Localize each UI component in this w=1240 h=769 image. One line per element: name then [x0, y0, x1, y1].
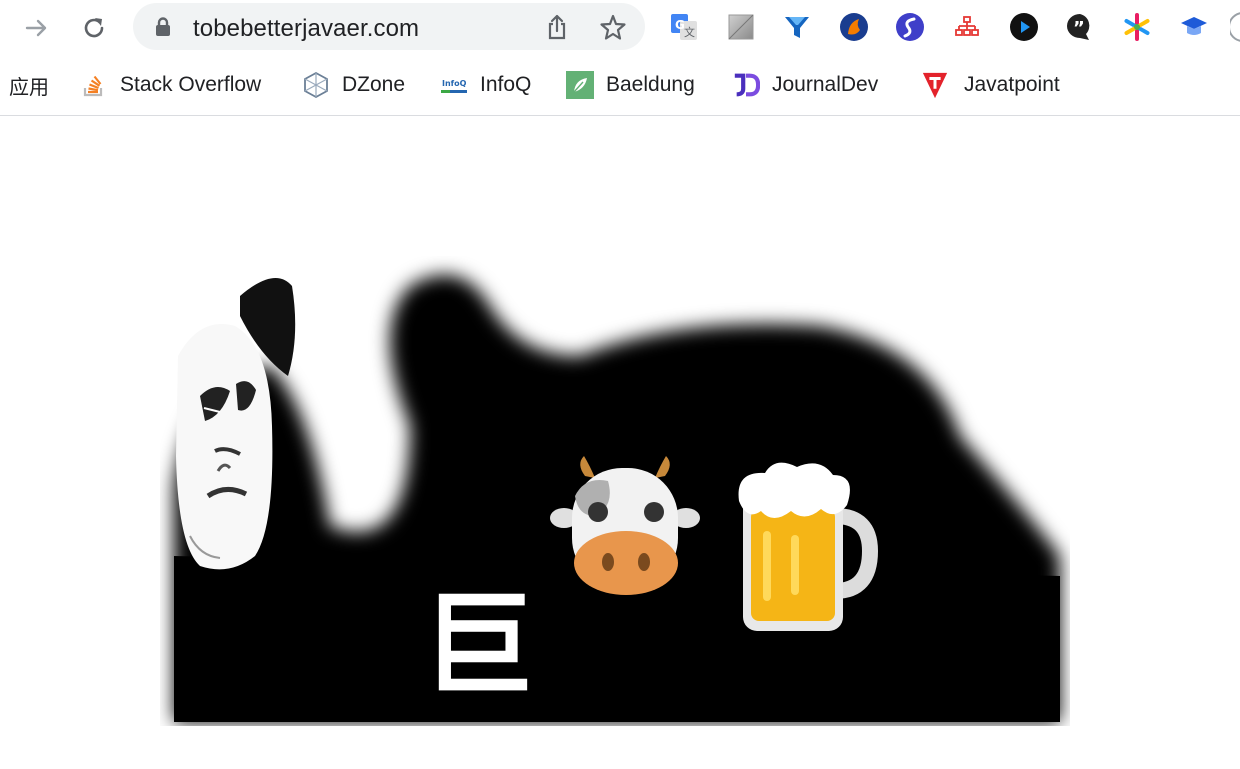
journaldev-icon	[732, 71, 760, 99]
fox-extension[interactable]	[837, 10, 871, 44]
asterisk-extension[interactable]	[1120, 10, 1154, 44]
baeldung-icon	[566, 71, 594, 99]
quote-extension[interactable]: ”	[1063, 10, 1097, 44]
forward-button[interactable]	[19, 10, 55, 46]
asterisk-icon	[1124, 13, 1150, 41]
browser-toolbar: tobebetterjavaer.com G 文 ”	[0, 0, 1240, 56]
share-icon	[548, 14, 566, 40]
bookmark-stack-overflow[interactable]: Stack Overflow	[80, 68, 261, 102]
forward-arrow-icon	[25, 19, 47, 37]
bookmark-label: JournalDev	[772, 73, 879, 96]
play-extension[interactable]	[1007, 10, 1041, 44]
bookmark-label: Baeldung	[606, 73, 695, 96]
fox-icon	[840, 13, 868, 41]
sitemap-extension[interactable]	[950, 10, 984, 44]
bookmark-journaldev[interactable]: JournalDev	[732, 68, 878, 102]
sitemap-icon	[955, 16, 979, 36]
placeholder-extension[interactable]	[724, 10, 758, 44]
page-content: 巨	[0, 116, 1240, 769]
panda-meme-image	[174, 274, 1060, 722]
bookmark-label: Javatpoint	[964, 73, 1060, 96]
bookmarks-bar: 应用 Stack Overflow DZone InfoQ InfoQ Bael…	[0, 56, 1240, 116]
bookmark-apps[interactable]: 应用	[9, 68, 49, 102]
bookmark-infoq[interactable]: InfoQ InfoQ	[440, 68, 531, 102]
play-icon	[1010, 13, 1038, 41]
javatpoint-icon	[921, 71, 949, 99]
bookmark-label: DZone	[342, 73, 406, 96]
graduation-cap-extension[interactable]	[1177, 10, 1211, 44]
funnel-extension[interactable]	[780, 10, 814, 44]
svg-text:InfoQ: InfoQ	[442, 79, 467, 88]
bookmark-label: InfoQ	[480, 73, 532, 96]
placeholder-extension-icon	[728, 14, 754, 40]
reload-button[interactable]	[76, 10, 112, 46]
share-button[interactable]	[541, 11, 573, 43]
bookmark-star-button[interactable]	[597, 11, 629, 43]
svg-text:”: ”	[1073, 18, 1085, 39]
bookmark-label: Stack Overflow	[120, 73, 262, 96]
svg-text:文: 文	[684, 25, 695, 39]
stack-overflow-icon	[80, 71, 108, 99]
translate-extension[interactable]: G 文	[667, 10, 701, 44]
address-bar[interactable]: tobebetterjavaer.com	[133, 3, 645, 50]
dzone-icon	[302, 71, 330, 99]
bookmark-baeldung[interactable]: Baeldung	[566, 68, 695, 102]
infoq-icon: InfoQ	[440, 71, 468, 99]
quote-icon: ”	[1067, 14, 1090, 40]
translate-icon: G 文	[671, 14, 697, 40]
funnel-icon	[785, 17, 809, 38]
profile-edge[interactable]	[1230, 10, 1240, 44]
url-text: tobebetterjavaer.com	[193, 15, 420, 42]
profile-circle-icon	[1230, 12, 1240, 42]
reload-icon	[84, 18, 104, 38]
s-logo-extension[interactable]	[893, 10, 927, 44]
bookmark-dzone[interactable]: DZone	[302, 68, 405, 102]
graduation-cap-icon	[1181, 17, 1207, 35]
s-logo-icon	[896, 13, 924, 41]
lock-icon	[156, 17, 170, 36]
bookmark-apps-label: 应用	[9, 74, 49, 99]
meme-caption: 巨	[422, 581, 534, 711]
bookmark-javatpoint[interactable]: Javatpoint	[921, 68, 1060, 102]
star-icon	[600, 14, 626, 40]
